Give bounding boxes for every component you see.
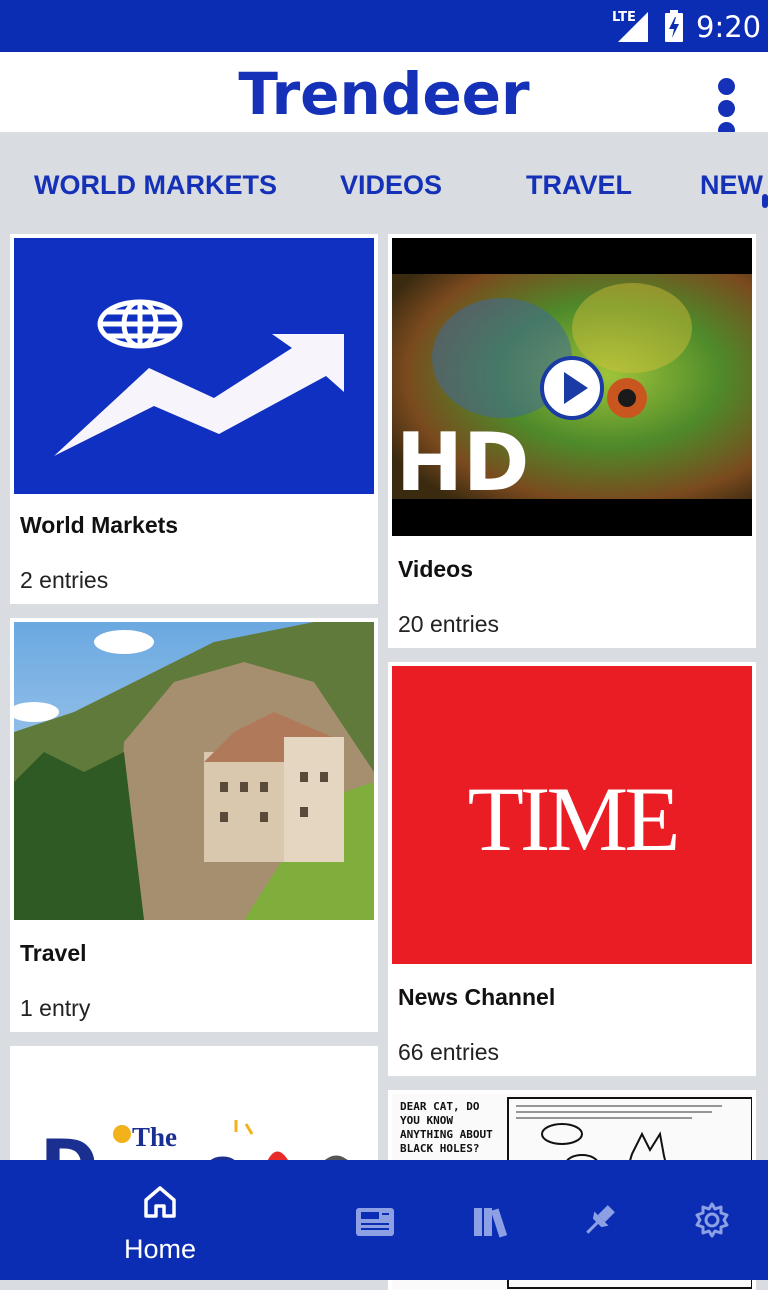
overflow-menu-icon[interactable] <box>712 78 740 139</box>
card-travel[interactable]: Travel 1 entry <box>10 618 378 1032</box>
card-entry-count: 2 entries <box>20 567 109 593</box>
nav-library[interactable] <box>470 1204 510 1245</box>
library-icon <box>474 1208 508 1238</box>
card-title: Travel <box>20 940 87 966</box>
travel-thumbnail <box>14 622 374 920</box>
nav-settings[interactable] <box>692 1200 732 1245</box>
nav-news[interactable] <box>352 1204 398 1245</box>
tab-news[interactable]: NEW <box>700 170 763 201</box>
the-logo-text: The <box>132 1122 178 1152</box>
tab-videos[interactable]: VIDEOS <box>340 170 442 201</box>
card-videos[interactable]: HD Videos 20 entries <box>388 234 756 648</box>
news-channel-thumbnail: TIME <box>392 666 752 964</box>
globe-trend-icon <box>54 299 344 456</box>
nav-pinned[interactable] <box>580 1200 620 1245</box>
card-news-channel[interactable]: TIME News Channel 66 entries <box>388 662 756 1076</box>
card-title: World Markets <box>20 512 179 538</box>
card-title: News Channel <box>398 984 556 1010</box>
battery-charging-icon <box>665 10 683 42</box>
nav-home[interactable] <box>130 1182 190 1232</box>
tab-travel[interactable]: TRAVEL <box>526 170 632 201</box>
network-type: LTE <box>612 10 636 25</box>
tab-scroll-indicator <box>762 194 768 208</box>
card-title: Videos <box>398 556 473 582</box>
world-markets-thumbnail <box>14 238 374 494</box>
home-icon <box>144 1186 176 1218</box>
card-entry-count: 20 entries <box>398 611 500 637</box>
settings-icon <box>695 1202 729 1238</box>
category-tabs: WORLD MARKETS VIDEOS TRAVEL NEW <box>0 132 768 232</box>
tab-world-markets[interactable]: WORLD MARKETS <box>34 170 277 201</box>
pin-icon <box>586 1205 615 1234</box>
time-logo: TIME <box>467 768 681 870</box>
clock: 9:20 <box>696 10 762 44</box>
nav-home-label[interactable]: Home <box>110 1234 210 1265</box>
news-icon <box>356 1208 394 1236</box>
card-world-markets[interactable]: World Markets 2 entries <box>10 234 378 604</box>
hd-label: HD <box>396 416 529 509</box>
card-entry-count: 66 entries <box>398 1039 500 1065</box>
bottom-nav: Home <box>0 1160 768 1280</box>
app-bar: Trendeer <box>0 52 768 139</box>
status-bar: LTE 9:20 <box>0 0 768 52</box>
videos-thumbnail: HD <box>392 238 752 536</box>
app-title: Trendeer <box>238 60 530 128</box>
card-entry-count: 1 entry <box>20 995 91 1021</box>
